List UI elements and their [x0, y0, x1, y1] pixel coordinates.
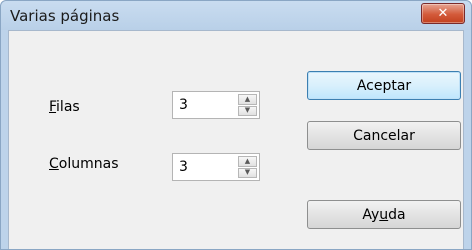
columns-spinbox[interactable]: 3 ▲ ▼	[172, 153, 260, 181]
help-label-pre: Ay	[362, 206, 380, 223]
help-label-mnemonic: u	[379, 206, 389, 223]
ok-button[interactable]: Aceptar	[307, 71, 461, 100]
dialog-window: Varias páginas ✕ Filas 3 ▲ ▼ Columnas 3 …	[0, 0, 472, 250]
rows-down-arrow-icon[interactable]: ▼	[238, 105, 257, 116]
close-icon: ✕	[437, 6, 449, 21]
help-label-post: da	[388, 206, 406, 223]
title-bar[interactable]: Varias páginas ✕	[1, 1, 471, 30]
columns-spin-arrows: ▲ ▼	[238, 156, 257, 178]
help-button[interactable]: Ay u da	[307, 200, 461, 229]
cancel-button[interactable]: Cancelar	[307, 121, 461, 150]
dialog-body: Filas 3 ▲ ▼ Columnas 3 ▲ ▼ Aceptar Cance…	[8, 30, 464, 249]
close-button[interactable]: ✕	[421, 3, 465, 24]
columns-label: Columnas	[49, 156, 119, 172]
window-title: Varias páginas	[10, 7, 120, 25]
rows-value[interactable]: 3	[179, 97, 188, 113]
rows-spin-arrows: ▲ ▼	[238, 94, 257, 116]
columns-down-arrow-icon[interactable]: ▼	[238, 167, 257, 178]
columns-value[interactable]: 3	[179, 159, 188, 175]
columns-up-arrow-icon[interactable]: ▲	[238, 156, 257, 167]
rows-up-arrow-icon[interactable]: ▲	[238, 94, 257, 105]
rows-spinbox[interactable]: 3 ▲ ▼	[172, 91, 260, 119]
rows-label: Filas	[49, 99, 80, 115]
